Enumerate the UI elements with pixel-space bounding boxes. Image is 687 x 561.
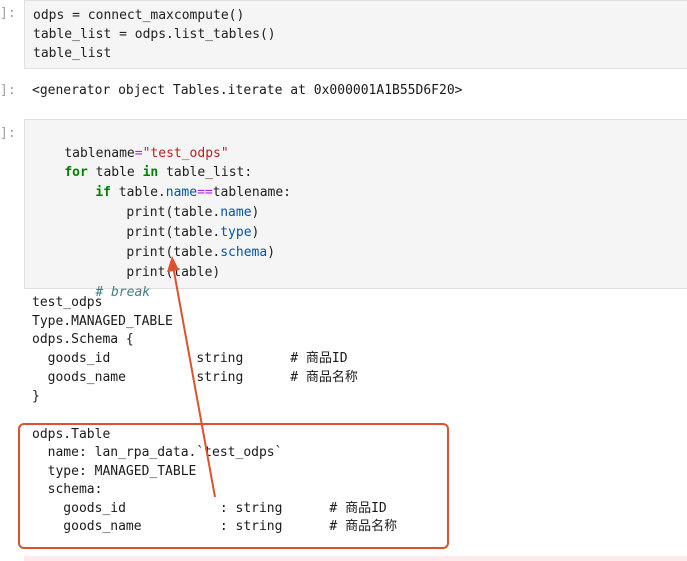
- next-output-strip: [24, 556, 687, 561]
- annotation-arrow-icon: [167, 256, 216, 498]
